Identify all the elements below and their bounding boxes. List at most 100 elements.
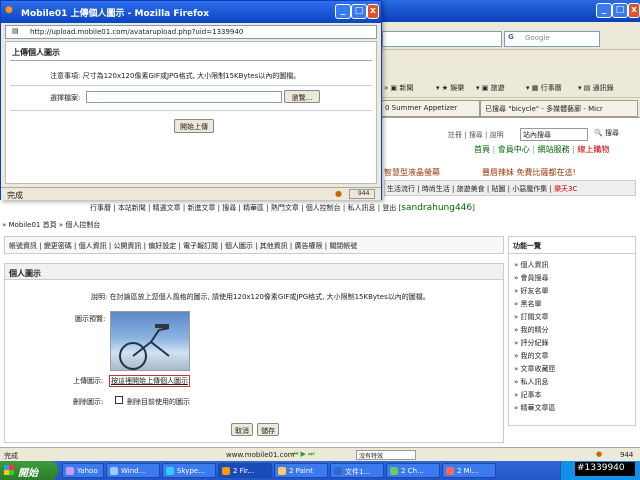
popup-status-bar: 完成 ● 944	[1, 187, 381, 200]
cat-link[interactable]: 時尚生活	[422, 185, 450, 193]
ad-pizza[interactable]: 豐唇辣妹 免費比薩都在這!	[482, 167, 576, 178]
popup-minimize-button[interactable]: _	[335, 4, 351, 19]
task-firefox[interactable]: 2 Fir...	[218, 463, 272, 478]
search-input[interactable]: G Google	[504, 31, 600, 47]
popup-address-bar[interactable]: ▤ http://upload.mobile01.com/avataruploa…	[5, 25, 377, 39]
logout-link[interactable]: 登出	[382, 204, 396, 212]
tab-preferences[interactable]: 偏好設定	[148, 242, 176, 250]
side-link-ratings[interactable]: » 評分紀錄	[514, 338, 549, 348]
start-upload-button[interactable]: 開始上傳	[174, 119, 214, 133]
side-link-featured[interactable]: » 精華文章區	[514, 403, 556, 413]
member-center-link[interactable]: 會員中心	[498, 145, 530, 154]
popup-close-button[interactable]: x	[367, 4, 379, 19]
tab-close-account[interactable]: 關閉帳號	[329, 242, 357, 250]
upload-avatar-link[interactable]: 按這裡開始上傳個人圖示	[109, 375, 190, 387]
browse-button[interactable]: 瀏覽...	[284, 90, 320, 103]
popup-heading: 上傳個人圖示	[12, 48, 60, 57]
search-link[interactable]: 搜尋	[469, 131, 483, 139]
tab-summer[interactable]: 0 Summer Appetizer	[380, 100, 480, 117]
side-link-favorites[interactable]: » 文章收藏匣	[514, 364, 556, 374]
side-panel-title: 功能一覽	[513, 242, 541, 250]
task-chat[interactable]: 2 Ch...	[386, 463, 440, 478]
divider	[10, 110, 372, 111]
address-bar[interactable]	[382, 31, 502, 47]
cat-link[interactable]: 小惡魔作集	[512, 185, 547, 193]
side-link-friends[interactable]: » 好友名單	[514, 286, 549, 296]
delete-avatar-checkbox[interactable]	[115, 396, 123, 404]
tab-public[interactable]: 公開資訊	[113, 242, 141, 250]
tab-other[interactable]: 其他資訊	[260, 242, 288, 250]
upload-avatar-label: 上傳圖示:	[73, 377, 104, 385]
nav-link[interactable]: 行事曆	[90, 204, 111, 212]
popup-maximize-button[interactable]: □	[351, 4, 367, 19]
tab-account[interactable]: 帳號資訊	[9, 242, 37, 250]
ad-monitor[interactable]: 智慧型液晶螢幕	[384, 167, 440, 178]
home-link[interactable]: 首頁	[474, 145, 490, 154]
background-titlebar: _ □ x	[380, 0, 640, 22]
nav-link[interactable]: 私人訊息	[348, 204, 376, 212]
file-path-input[interactable]	[86, 91, 282, 103]
nav-link[interactable]: 個人控制台	[306, 204, 341, 212]
tab-search[interactable]: 已搜尋 "bicycle" - 多媒體藝廊 - Micr	[480, 100, 638, 117]
media-controls-icon[interactable]: ⏮ ▶ ⏭	[292, 450, 314, 459]
nav-link[interactable]: 精華區	[243, 204, 264, 212]
main-status-badge: 944	[620, 451, 634, 459]
tab-avatar[interactable]: 個人圖示	[225, 242, 253, 250]
side-link-blacklist[interactable]: » 黑名單	[514, 299, 542, 309]
cat-link[interactable]: 樂天3C	[554, 185, 577, 193]
nav-link[interactable]: 本站新聞	[118, 204, 146, 212]
side-link-profile[interactable]: » 個人資訊	[514, 260, 549, 270]
bookmark-calendar[interactable]: ▾ ▦ 行事曆	[526, 83, 562, 93]
cancel-button[interactable]: 取消	[231, 423, 253, 436]
register-link[interactable]: 註冊	[448, 131, 462, 139]
cat-link[interactable]: 生活流行	[387, 185, 415, 193]
start-button[interactable]: 開始	[0, 461, 58, 480]
cat-link[interactable]: 旅遊美食	[457, 185, 485, 193]
tab-ads[interactable]: 廣告權限	[295, 242, 323, 250]
side-link-points[interactable]: » 我的精分	[514, 325, 549, 335]
file-label: 選擇檔案:	[50, 94, 81, 102]
watermark-id: #1339940	[575, 462, 635, 476]
yahoo-icon	[66, 467, 74, 475]
tab-personal[interactable]: 個人資訊	[79, 242, 107, 250]
chat-icon	[390, 467, 398, 475]
tab-password[interactable]: 變更密碼	[44, 242, 72, 250]
nav-link[interactable]: 搜尋	[222, 204, 236, 212]
main-nav: 行事曆 | 本站新聞 | 精選文章 | 新進文章 | 搜尋 | 精華區 | 熱門…	[90, 203, 475, 213]
minimize-button[interactable]: _	[596, 3, 612, 18]
avatar-description: 說明: 在討論區放上您個人風格的圖示, 請使用120x120像素GIF或JPG格…	[91, 293, 430, 301]
bookmark-travel[interactable]: ▾ ▣ 旅遊	[476, 83, 505, 93]
windows-taskbar: 開始 Yahoo Wind... Skype... 2 Fir... 2 Pai…	[0, 461, 640, 480]
site-search-button[interactable]: 🔍 搜尋	[594, 128, 619, 138]
task-windows[interactable]: Wind...	[106, 463, 160, 478]
nav-link[interactable]: 熱門文章	[271, 204, 299, 212]
task-media[interactable]: 2 Mi...	[442, 463, 496, 478]
bookmark-contacts[interactable]: ▾ ▤ 通訊錄	[578, 83, 614, 93]
side-link-member-search[interactable]: » 會員搜尋	[514, 273, 549, 283]
search-placeholder: Google	[525, 34, 550, 42]
task-paint[interactable]: 2 Paint	[274, 463, 328, 478]
tab-newsletter[interactable]: 電子報訂閱	[183, 242, 218, 250]
side-link-subscriptions[interactable]: » 訂閱文章	[514, 312, 549, 322]
task-yahoo[interactable]: Yahoo	[62, 463, 104, 478]
shopping-link[interactable]: 線上購物	[577, 145, 609, 154]
nav-link[interactable]: 精選文章	[153, 204, 181, 212]
main-status-text: 完成	[4, 452, 18, 460]
google-icon: G	[508, 33, 514, 41]
cat-link[interactable]: 貼圖	[491, 185, 505, 193]
task-word[interactable]: 文件1...	[330, 463, 384, 478]
side-link-messages[interactable]: » 私人訊息	[514, 377, 549, 387]
side-link-notepad[interactable]: » 記事本	[514, 390, 542, 400]
nav-link[interactable]: 新進文章	[187, 204, 215, 212]
side-link-my-articles[interactable]: » 我的文章	[514, 351, 549, 361]
task-skype[interactable]: Skype...	[162, 463, 216, 478]
maximize-button[interactable]: □	[612, 3, 628, 18]
page-icon: ▤	[12, 27, 19, 35]
help-link[interactable]: 說明	[490, 131, 504, 139]
close-button[interactable]: x	[628, 3, 640, 18]
save-button[interactable]: 儲存	[257, 423, 279, 436]
site-search-input[interactable]: 站內搜尋	[520, 128, 588, 141]
services-link[interactable]: 網站服務	[538, 145, 570, 154]
bookmark-ent[interactable]: ▾ ★ 娛樂	[436, 83, 464, 93]
bookmark-news[interactable]: » ▣ 新聞	[384, 83, 413, 93]
